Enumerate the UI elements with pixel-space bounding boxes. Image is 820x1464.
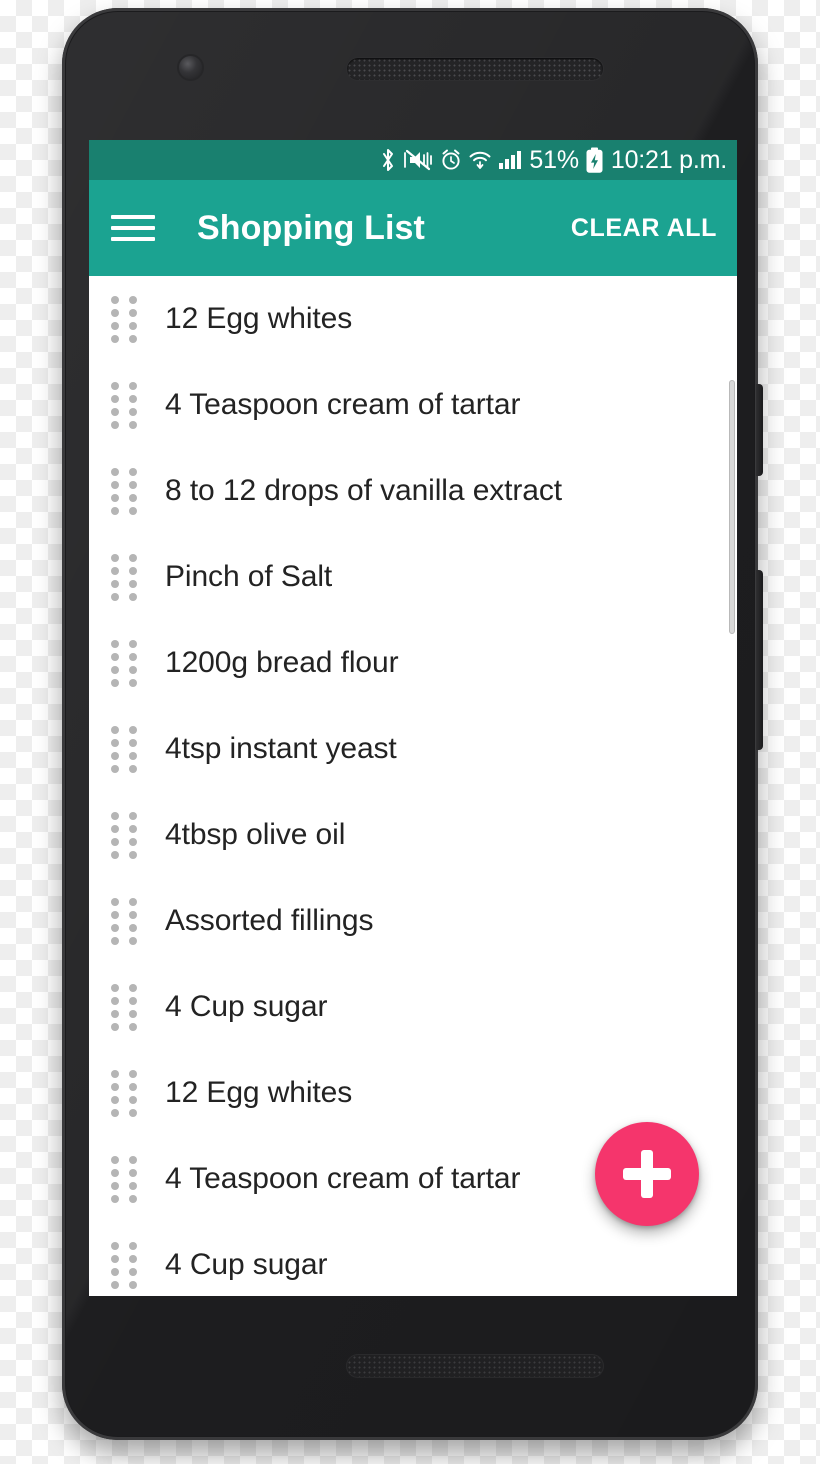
page-title: Shopping List (197, 208, 425, 247)
battery-percent-label: 51% (529, 145, 579, 174)
add-item-fab[interactable] (595, 1122, 699, 1226)
list-item[interactable]: 1200g bread flour (89, 620, 737, 706)
drag-handle-icon[interactable] (111, 295, 137, 343)
list-item-label: 4 Cup sugar (165, 990, 328, 1023)
list-item[interactable]: 8 to 12 drops of vanilla extract (89, 448, 737, 534)
volume-rocker-button[interactable] (756, 570, 763, 750)
earpiece-speaker-grille (347, 58, 603, 80)
drag-handle-icon[interactable] (111, 1155, 137, 1203)
drag-handle-icon[interactable] (111, 639, 137, 687)
drag-handle-icon[interactable] (111, 1241, 137, 1289)
wifi-icon (469, 148, 491, 172)
drag-handle-icon[interactable] (111, 381, 137, 429)
list-item[interactable]: Pinch of Salt (89, 534, 737, 620)
list-item[interactable]: 4 Cup sugar (89, 1222, 737, 1296)
app-bar: Shopping List CLEAR ALL (89, 180, 737, 276)
list-item-label: 4tbsp olive oil (165, 818, 346, 851)
list-item[interactable]: 4 Teaspoon cream of tartar (89, 362, 737, 448)
list-item-label: 12 Egg whites (165, 302, 353, 335)
list-item[interactable]: 4tbsp olive oil (89, 792, 737, 878)
drag-handle-icon[interactable] (111, 983, 137, 1031)
list-item-label: 1200g bread flour (165, 646, 399, 679)
phone-device: 51% 10:21 p.m. Shopping List CLEAR ALL 1… (62, 8, 763, 1440)
status-bar-clock: 10:21 p.m. (610, 145, 727, 174)
list-item-label: 4 Teaspoon cream of tartar (165, 388, 521, 421)
front-camera-icon (179, 56, 202, 79)
bottom-speaker-grille (347, 1355, 603, 1377)
list-item-label: Assorted fillings (165, 904, 374, 937)
battery-charging-icon (586, 147, 603, 173)
drag-handle-icon[interactable] (111, 897, 137, 945)
drag-handle-icon[interactable] (111, 1069, 137, 1117)
list-item-label: Pinch of Salt (165, 560, 333, 593)
phone-screen: 51% 10:21 p.m. Shopping List CLEAR ALL 1… (89, 140, 737, 1296)
status-bar: 51% 10:21 p.m. (89, 140, 737, 180)
list-item-label: 4 Cup sugar (165, 1248, 328, 1281)
power-button[interactable] (756, 384, 763, 476)
drag-handle-icon[interactable] (111, 811, 137, 859)
list-item[interactable]: 4tsp instant yeast (89, 706, 737, 792)
alarm-icon (440, 148, 462, 172)
list-item-label: 12 Egg whites (165, 1076, 353, 1109)
signal-icon (498, 148, 522, 172)
shopping-list[interactable]: 12 Egg whites 4 Teaspoon cream of tartar… (89, 276, 737, 1296)
list-item[interactable]: Assorted fillings (89, 878, 737, 964)
list-item-label: 4tsp instant yeast (165, 732, 397, 765)
list-item[interactable]: 12 Egg whites (89, 276, 737, 362)
drag-handle-icon[interactable] (111, 553, 137, 601)
bluetooth-icon (380, 148, 396, 172)
list-item[interactable]: 4 Cup sugar (89, 964, 737, 1050)
clear-all-button[interactable]: CLEAR ALL (557, 204, 721, 253)
scrollbar-thumb[interactable] (729, 380, 735, 634)
menu-bar-1 (111, 215, 155, 219)
hamburger-menu-icon[interactable] (107, 202, 159, 254)
menu-bar-2 (111, 226, 155, 230)
drag-handle-icon[interactable] (111, 467, 137, 515)
drag-handle-icon[interactable] (111, 725, 137, 773)
menu-bar-3 (111, 237, 155, 241)
vibrate-mute-icon (403, 148, 433, 172)
list-item-label: 8 to 12 drops of vanilla extract (165, 474, 563, 507)
list-item-label: 4 Teaspoon cream of tartar (165, 1162, 521, 1195)
plus-icon-horizontal (623, 1168, 671, 1180)
